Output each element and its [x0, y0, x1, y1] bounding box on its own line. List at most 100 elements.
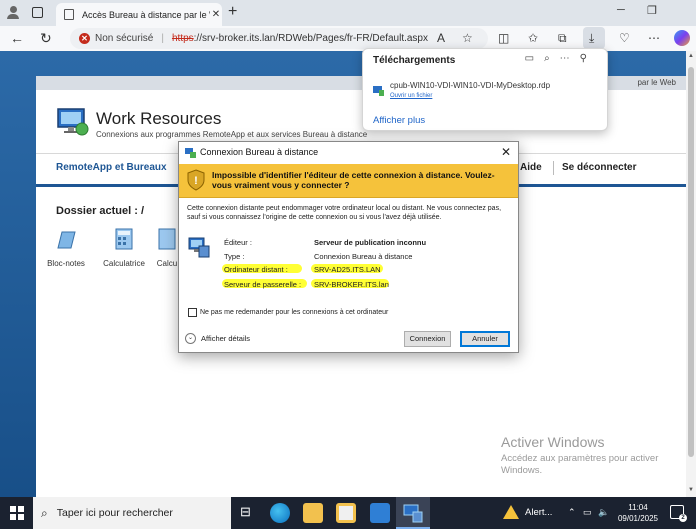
profile-icon[interactable]: [7, 6, 19, 19]
read-aloud-icon[interactable]: A: [437, 31, 445, 45]
calculator-icon: [115, 228, 133, 250]
taskbar-search-placeholder: Taper ici pour rechercher: [56, 507, 173, 519]
warning-triangle-icon: [503, 505, 519, 519]
browser-tab[interactable]: Accès Bureau à distance par le W ✕: [56, 3, 222, 26]
page-favicon-icon: [64, 9, 74, 20]
shield-warning-icon: !: [187, 169, 205, 191]
scroll-down-icon[interactable]: ▼: [686, 487, 696, 493]
copilot-icon[interactable]: [674, 30, 690, 46]
show-details-label[interactable]: Afficher détails: [201, 334, 250, 343]
downloads-panel: Téléchargements ▭⌕⋯⚲ cpub-WIN10-VDI-WIN1…: [362, 48, 608, 131]
pin-icon[interactable]: ⚲: [580, 53, 597, 64]
network-icon[interactable]: ▭: [583, 507, 592, 518]
close-tab-icon[interactable]: ✕: [210, 9, 222, 20]
collections-icon[interactable]: ⧉: [558, 31, 567, 46]
page-subtitle: Connexions aux programmes RemoteApp et a…: [96, 130, 368, 139]
menu-divider: [553, 161, 554, 175]
activation-title: Activer Windows: [501, 434, 605, 450]
open-folder-icon[interactable]: ▭: [525, 53, 544, 64]
field-value-type: Connexion Bureau à distance: [314, 252, 413, 261]
open-file-link[interactable]: Ouvrir un fichier: [390, 93, 432, 99]
browser-tab-bar: Accès Bureau à distance par le W ✕ + ─ ❐: [0, 0, 696, 26]
chevron-up-icon[interactable]: ⌃: [568, 507, 576, 518]
app-tile-calculator[interactable]: Calculatrice: [100, 228, 148, 268]
browser-essentials-icon[interactable]: ♡: [619, 31, 630, 45]
page-scrollbar[interactable]: ▲ ▼: [686, 51, 696, 497]
split-screen-icon[interactable]: ◫: [498, 31, 509, 45]
scrollbar-thumb[interactable]: [688, 67, 694, 457]
page-title: Work Resources: [96, 109, 222, 128]
field-value-publisher: Serveur de publication inconnu: [314, 238, 427, 247]
address-bar[interactable]: ✕ Non sécurisé | https ://srv-broker.its…: [70, 28, 488, 49]
taskbar-alert-app[interactable]: Alert...: [503, 505, 552, 519]
refresh-icon[interactable]: ↻: [40, 30, 52, 47]
notification-center-icon[interactable]: 2: [670, 505, 687, 522]
connect-button[interactable]: Connexion: [404, 331, 451, 347]
more-menu-icon[interactable]: ⋯: [648, 31, 660, 45]
warning-message: Impossible d'identifier l'éditeur de cet…: [212, 170, 495, 190]
clock-date: 09/01/2025: [617, 514, 659, 523]
rdp-file-icon: [373, 86, 384, 96]
volume-icon[interactable]: 🔈: [598, 507, 609, 518]
tab-title: Accès Bureau à distance par le W: [82, 9, 210, 20]
rdp-taskbar-button[interactable]: [396, 497, 430, 529]
new-tab-button[interactable]: +: [228, 3, 237, 21]
taskbar-clock[interactable]: 11:04 09/01/2025: [611, 502, 665, 524]
app-label: Bloc-notes: [47, 259, 85, 268]
store-icon[interactable]: [336, 503, 356, 523]
tab-actions-icon[interactable]: [32, 7, 43, 18]
dialog-title: Connexion Bureau à distance: [200, 147, 319, 157]
back-arrow-icon[interactable]: ←: [10, 30, 24, 46]
search-icon[interactable]: ⌕: [544, 53, 560, 64]
field-label-gateway: Serveur de passerelle :: [224, 280, 302, 289]
scroll-up-icon[interactable]: ▲: [686, 53, 696, 59]
favorites-icon[interactable]: ✩: [528, 31, 538, 45]
windows-start-icon[interactable]: [10, 506, 24, 520]
show-more-link[interactable]: Afficher plus: [373, 115, 425, 126]
dont-ask-again-checkbox[interactable]: [188, 308, 197, 317]
search-icon: ⌕: [41, 505, 48, 520]
dont-ask-again-label[interactable]: Ne pas me redemander pour les connexions…: [200, 309, 388, 316]
downloads-panel-actions: ▭⌕⋯⚲: [525, 53, 597, 64]
windows-taskbar: ⌕ Taper ici pour rechercher ⊟ Alert... ⌃…: [0, 497, 696, 529]
chevron-down-icon[interactable]: ⌄: [185, 333, 196, 344]
remote-desktop-icon: [403, 504, 423, 523]
download-file-name[interactable]: cpub-WIN10-VDI-WIN10-VDI-MyDesktop.rdp: [390, 81, 550, 90]
field-label-type: Type :: [224, 252, 245, 261]
cancel-button[interactable]: Annuler: [460, 331, 510, 347]
menu-help[interactable]: Aide: [520, 162, 542, 173]
field-label-remote-computer: Ordinateur distant :: [224, 265, 288, 274]
warning-banner: ! Impossible d'identifier l'éditeur de c…: [179, 164, 518, 198]
downloads-title: Téléchargements: [373, 55, 456, 66]
notification-count: 2: [679, 514, 687, 522]
calculator-icon: [158, 228, 176, 250]
maximize-button[interactable]: ❐: [647, 4, 657, 17]
mail-icon[interactable]: [370, 503, 390, 523]
not-secure-icon[interactable]: ✕: [79, 33, 90, 44]
dialog-title-bar[interactable]: Connexion Bureau à distance ✕: [179, 142, 518, 164]
file-explorer-icon[interactable]: [303, 503, 323, 523]
windows-activation-watermark: Activer Windows Accédez aux paramètres p…: [501, 434, 658, 477]
more-options-icon[interactable]: ⋯: [560, 53, 580, 64]
dont-ask-again-row[interactable]: Ne pas me redemander pour les connexions…: [188, 308, 388, 317]
remote-desktop-connection-dialog: Connexion Bureau à distance ✕ ! Impossib…: [178, 141, 519, 353]
url-text: ://srv-broker.its.lan/RDWeb/Pages/fr-FR/…: [193, 33, 428, 44]
app-tile-notepad[interactable]: Bloc-notes: [42, 228, 90, 268]
header-tag: par le Web: [637, 78, 676, 87]
menu-logout[interactable]: Se déconnecter: [562, 162, 636, 173]
menu-remoteapp[interactable]: RemoteApp et Bureaux: [56, 162, 167, 173]
show-details-toggle[interactable]: ⌄ Afficher détails: [185, 333, 250, 344]
minimize-button[interactable]: ─: [617, 4, 625, 16]
remote-computer-icon: [188, 237, 210, 258]
favorite-star-icon[interactable]: ☆: [462, 31, 473, 45]
app-label: Calculatrice: [103, 259, 145, 268]
downloads-icon[interactable]: ⤓: [589, 31, 594, 46]
security-label[interactable]: Non sécurisé: [95, 33, 153, 44]
url-scheme: https: [171, 33, 194, 44]
activation-line: Accédez aux paramètres pour activer: [501, 453, 659, 464]
edge-icon[interactable]: [270, 503, 290, 523]
close-icon[interactable]: ✕: [501, 145, 511, 159]
task-view-icon[interactable]: ⊟: [240, 504, 251, 520]
taskbar-search-box[interactable]: ⌕ Taper ici pour rechercher: [33, 497, 231, 529]
warning-description: Cette connexion distante peut endommager…: [187, 205, 502, 221]
